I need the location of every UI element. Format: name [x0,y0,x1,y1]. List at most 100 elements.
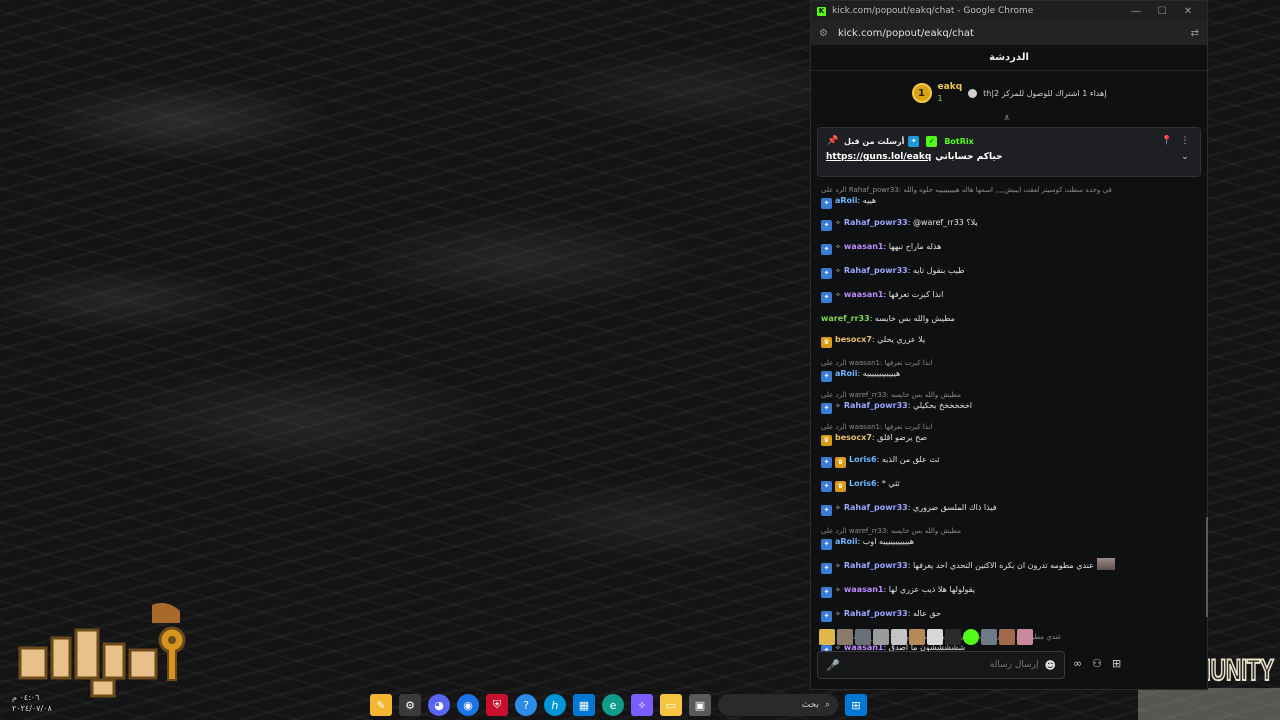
clock[interactable]: ٠٤:٠٦ م ٢٠٢٤/٠٧/٠٨ [12,692,72,714]
chat-message[interactable]: ✦ ✧ Rahaf_powr33: حق عاله [821,608,1201,622]
hp-app-icon[interactable]: ℎ [544,694,566,716]
chat-message[interactable]: ✦ ✧ waasan1: يقولولها هلا ذيب عزري لها [821,584,1201,598]
gift-icon[interactable]: ⊞ [1112,657,1121,670]
chat-username[interactable]: Rahaf_powr33 [844,561,908,570]
infinity-icon[interactable]: ∞ [1073,657,1082,670]
emote-icon[interactable] [837,629,853,645]
reply-context[interactable]: الرد على waasan1: انذا كبرت تعرفها [821,422,1201,432]
chat-username[interactable]: besocx7 [835,335,872,344]
chat-message[interactable]: ✦ aRoii: هييييييييييييه [821,368,1201,382]
store-icon[interactable]: ▦ [573,694,595,716]
chat-username[interactable]: aRoii [835,369,858,378]
emote-icon[interactable] [981,629,997,645]
chat-message[interactable]: ✦ ♛ Loris6: * ثثي [821,478,1201,492]
chat-username[interactable]: Loris6 [849,455,877,464]
chat-message[interactable]: ✦ ✧ Rahaf_powr33: عندي مطومه تدرون ان بكره… [821,558,1201,574]
app-window-icon[interactable]: ▣ [689,694,711,716]
chat-username[interactable]: Rahaf_powr33 [844,609,908,618]
chat-scrollbar[interactable] [1206,517,1208,617]
taskbar-search[interactable]: بحث ⌕ [718,694,838,716]
users-icon[interactable]: ⚇ [1092,657,1102,670]
edge-icon[interactable]: e [602,694,624,716]
emote-icon[interactable] [819,629,835,645]
sub-goal-username: eakq [937,82,963,92]
emote-icon[interactable] [945,629,961,645]
emoji-picker-icon[interactable]: ☻ [1045,659,1056,672]
emote-icon[interactable] [999,629,1015,645]
emote-icon[interactable] [963,629,979,645]
emote-icon[interactable] [891,629,907,645]
chat-message-text: مطيش والله بس خايسه [874,314,955,323]
pinned-link[interactable]: https://guns.lol/eakq [826,152,931,162]
chat-message[interactable]: waref_rr33: مطيش والله بس خايسه [821,313,1201,324]
chat-username[interactable]: besocx7 [835,433,872,442]
chat-message[interactable]: ♛ besocx7: صح يرضو اقلق [821,432,1201,446]
settings-app-icon[interactable]: ⚙ [399,694,421,716]
chat-username[interactable]: waasan1 [844,290,884,299]
chat-username[interactable]: Loris6 [849,479,877,488]
chat-message[interactable]: ✦ ✧ Rahaf_powr33: @waref_rr33 يلا؟ [821,217,1201,231]
more-options-icon[interactable]: ⋮ [1178,136,1192,146]
discord-icon[interactable]: ◕ [428,694,450,716]
maximize-icon[interactable]: ☐ [1149,6,1175,17]
antivirus-icon[interactable]: ⛨ [486,694,508,716]
expand-chevron-icon[interactable]: ⌄ [1178,152,1192,162]
chat-message-input[interactable] [845,660,1039,670]
minimize-icon[interactable]: — [1123,6,1149,17]
chat-username[interactable]: Rahaf_powr33 [844,266,908,275]
chat-username[interactable]: waasan1 [844,242,884,251]
chat-message[interactable]: ✦ aRoii: هييه [821,195,1201,209]
chat-message[interactable]: ✦ ✧ Rahaf_powr33: اخخخخخخ بحكيلي [821,400,1201,414]
reply-context[interactable]: الرد على waref_rr33: مطيش والله بس خايسه [821,526,1201,536]
reply-context[interactable]: الرد على waasan1: انذا كبرت تعرفها [821,358,1201,368]
emote-icon[interactable] [927,629,943,645]
reply-context[interactable]: الرد على waref_rr33: مطيش والله بس خايسه [821,390,1201,400]
windows-start-icon[interactable]: ⊞ [845,694,867,716]
chat-username[interactable]: Rahaf_powr33 [844,218,908,227]
emote-icon[interactable] [1017,629,1033,645]
chat-message-text: اخخخخخخ بحكيلي [912,401,973,410]
crown-badge-icon: ♛ [821,435,832,446]
reply-context[interactable]: الرد على Rahaf_powr33: في وحده سطت كومني… [821,185,1201,195]
sparkle-icon: ✧ [835,402,841,410]
chat-username[interactable]: Rahaf_powr33 [844,401,908,410]
inline-image-thumbnail[interactable] [1096,558,1115,570]
chat-username[interactable]: Rahaf_powr33 [844,503,908,512]
chat-message-list[interactable]: الرد على Rahaf_powr33: في وحده سطت كومني… [821,185,1201,664]
chat-message[interactable]: ✦ ✧ waasan1: هذله ماراح تبهها [821,241,1201,255]
site-info-icon[interactable]: ⚙ [819,28,828,39]
chat-message[interactable]: ✦ aRoii: هيييييييييييه اوب [821,536,1201,550]
unpin-icon[interactable]: 📍 [1160,136,1174,146]
chat-message[interactable]: ✦ ✧ Rahaf_powr33: فيذا ذاك الملسق ضروري [821,502,1201,516]
translate-icon[interactable]: ⇄ [1191,28,1199,39]
emote-icon[interactable] [909,629,925,645]
chat-input-box[interactable]: 🎤 ☻ [817,651,1065,679]
chat-message[interactable]: ♛ besocx7: يلا عزري يحلي [821,334,1201,348]
chat-username[interactable]: waref_rr33 [821,314,870,323]
emote-icon[interactable] [855,629,871,645]
sparkle-icon: ✧ [835,562,841,570]
chrome-icon[interactable]: ◉ [457,694,479,716]
help-app-icon[interactable]: ? [515,694,537,716]
address-bar[interactable]: ⚙ kick.com/popout/eakq/chat ⇄ [811,21,1207,45]
chat-username[interactable]: waasan1 [844,585,884,594]
sub-goal-banner[interactable]: 1 eakq 1 th|إهداء 1 اشتراك للوصول للمركز… [811,71,1207,124]
chat-message[interactable]: ✦ ✧ Rahaf_powr33: طيب بنقول تايه [821,265,1201,279]
chat-message[interactable]: ✦ ✧ waasan1: انذا كبرت تعرفها [821,289,1201,303]
notes-app-icon[interactable]: ✎ [370,694,392,716]
chevron-down-icon[interactable]: ⩡ [1004,113,1010,124]
file-explorer-icon[interactable]: ▭ [660,694,682,716]
chat-username[interactable]: aRoii [835,537,858,546]
copilot-icon[interactable]: ✧ [631,694,653,716]
emote-icon[interactable] [873,629,889,645]
chat-username[interactable]: aRoii [835,196,858,205]
pinned-bot-name[interactable]: BotRix [944,137,973,146]
sparkle-icon: ✧ [835,291,841,299]
close-icon[interactable]: ✕ [1175,6,1201,17]
window-titlebar: K kick.com/popout/eakq/chat - Google Chr… [811,1,1207,21]
chat-message[interactable]: ✦ ♛ Loris6: ثث علق من الذبه [821,454,1201,468]
url-text: kick.com/popout/eakq/chat [837,27,974,39]
chat-message-text: هييه [862,196,877,205]
pinned-message[interactable]: 📌 أرسلت من قبل ✦ ✓ BotRix 📍 ⋮ https://gu… [817,127,1201,177]
microphone-icon[interactable]: 🎤 [826,659,840,672]
